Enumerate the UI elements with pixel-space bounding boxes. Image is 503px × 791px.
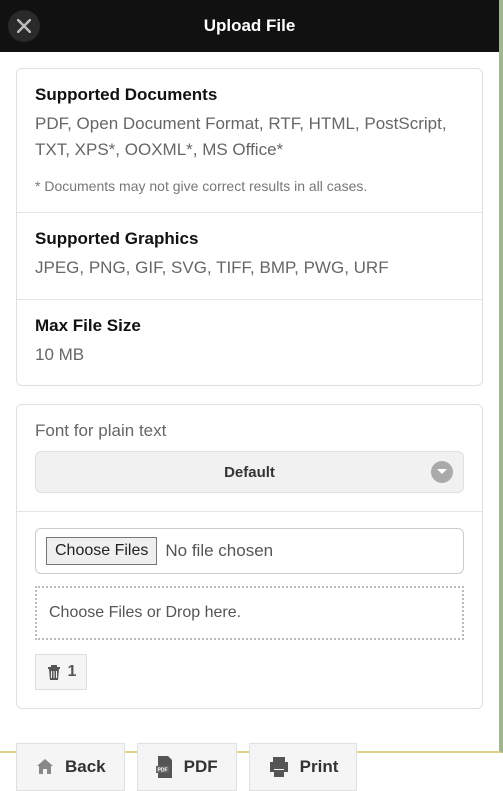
trash-count: 1 (68, 663, 77, 681)
supported-documents-section: Supported Documents PDF, Open Document F… (17, 69, 482, 213)
supported-graphics-body: JPEG, PNG, GIF, SVG, TIFF, BMP, PWG, URF (35, 255, 464, 281)
home-icon (35, 757, 55, 777)
dropzone-text: Choose Files or Drop here. (49, 604, 241, 621)
file-input[interactable]: Choose Files No file chosen (35, 528, 464, 574)
font-select-value: Default (224, 464, 275, 481)
back-button[interactable]: Back (16, 743, 125, 791)
pdf-button[interactable]: PDF PDF (137, 743, 237, 791)
print-button[interactable]: Print (249, 743, 358, 791)
max-file-size-title: Max File Size (35, 316, 464, 336)
info-card: Supported Documents PDF, Open Document F… (16, 68, 483, 386)
supported-documents-title: Supported Documents (35, 85, 464, 105)
chevron-down-icon (431, 461, 453, 483)
supported-graphics-title: Supported Graphics (35, 229, 464, 249)
print-label: Print (300, 757, 339, 777)
supported-graphics-section: Supported Graphics JPEG, PNG, GIF, SVG, … (17, 213, 482, 300)
dialog-header: Upload File (0, 0, 499, 52)
file-dropzone[interactable]: Choose Files or Drop here. (35, 586, 464, 640)
supported-documents-note: * Documents may not give correct results… (35, 178, 464, 194)
font-select-label: Font for plain text (35, 421, 464, 441)
trash-icon (46, 663, 62, 681)
dialog-title: Upload File (204, 16, 296, 36)
close-button[interactable] (8, 10, 40, 42)
footer-actions: Back PDF PDF Print (0, 743, 499, 791)
close-icon (17, 19, 31, 33)
max-file-size-value: 10 MB (35, 342, 464, 368)
max-file-size-section: Max File Size 10 MB (17, 300, 482, 386)
font-select-dropdown[interactable]: Default (35, 451, 464, 493)
pdf-file-icon: PDF (156, 756, 174, 778)
svg-text:PDF: PDF (157, 768, 167, 774)
file-input-status: No file chosen (165, 541, 273, 561)
back-label: Back (65, 757, 106, 777)
trash-button[interactable]: 1 (35, 654, 87, 690)
printer-icon (268, 757, 290, 777)
supported-documents-body: PDF, Open Document Format, RTF, HTML, Po… (35, 111, 464, 162)
upload-card: Font for plain text Default Choose Files… (16, 404, 483, 709)
pdf-label: PDF (184, 757, 218, 777)
choose-files-button[interactable]: Choose Files (46, 537, 157, 565)
file-upload-section: Choose Files No file chosen Choose Files… (17, 512, 482, 708)
font-select-section: Font for plain text Default (17, 405, 482, 512)
